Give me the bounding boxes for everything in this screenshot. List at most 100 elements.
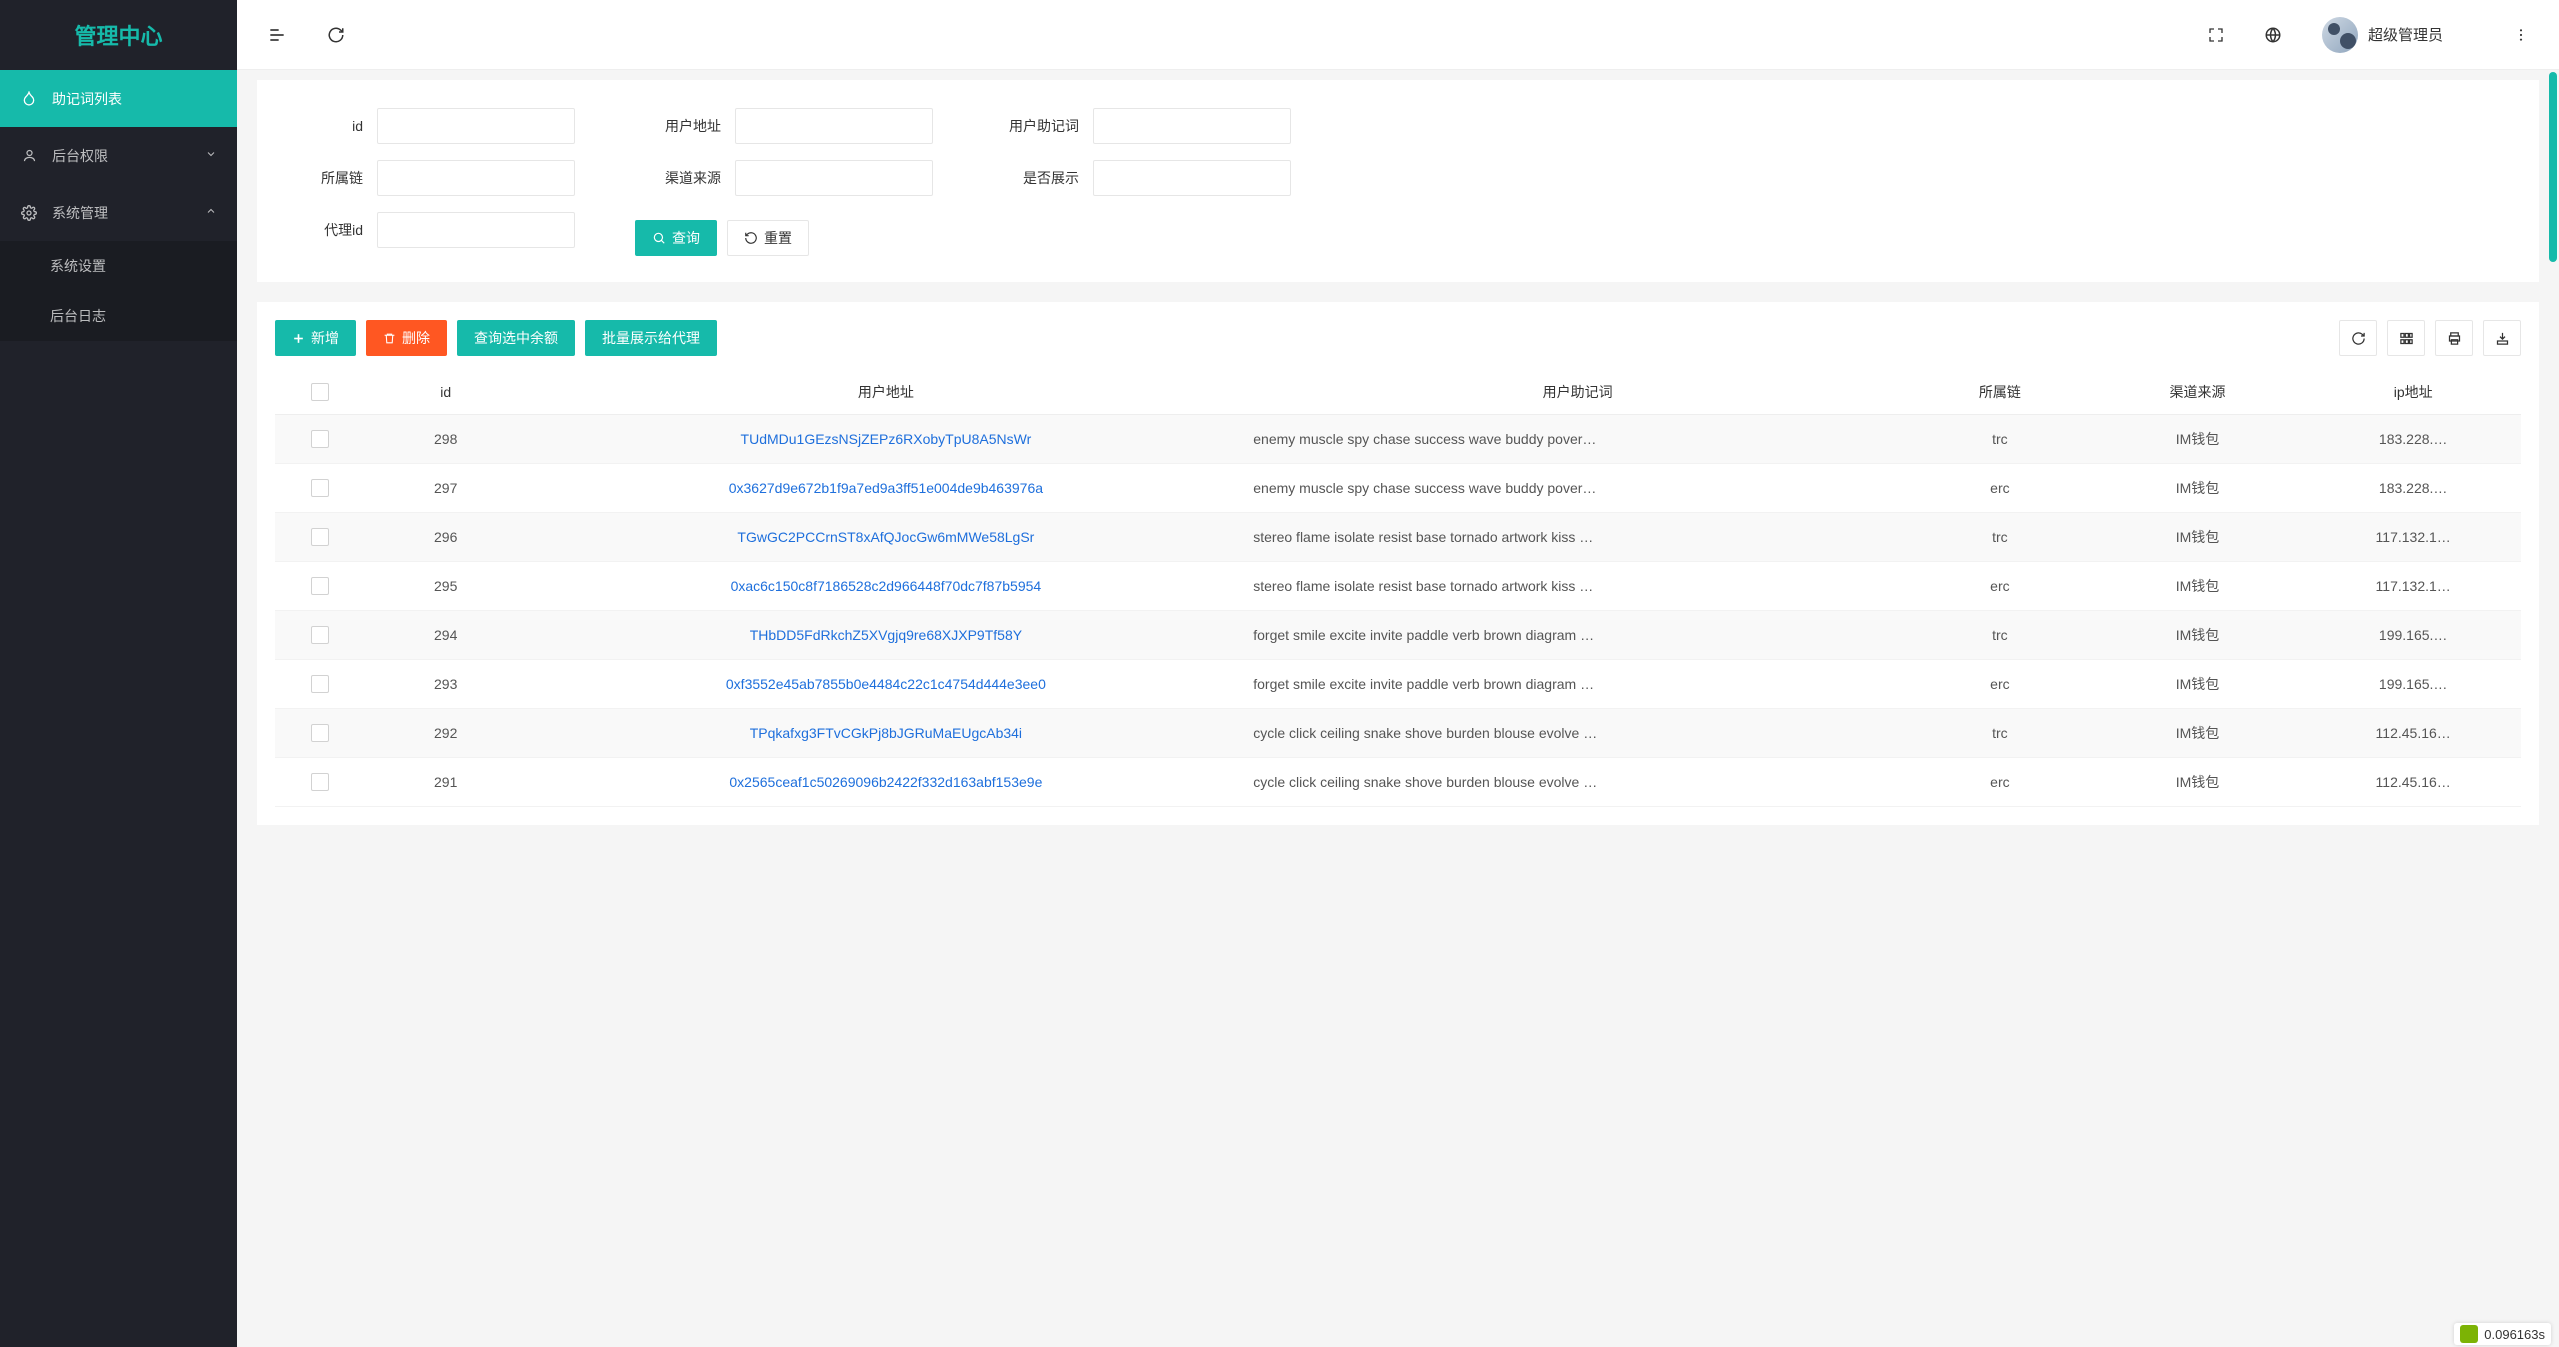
cell-user-mnemonic: forget smile excite invite paddle verb b…: [1245, 611, 1910, 660]
cell-chain: erc: [1910, 758, 2090, 807]
row-checkbox[interactable]: [311, 675, 329, 693]
cell-id: 293: [365, 660, 527, 709]
cell-user-address[interactable]: TGwGC2PCCrnST8xAfQJocGw6mMWe58LgSr: [527, 513, 1246, 562]
input-user-address[interactable]: [735, 108, 933, 144]
row-checkbox[interactable]: [311, 626, 329, 644]
sidebar-sub-admin-log[interactable]: 后台日志: [0, 291, 237, 341]
table-print-button[interactable]: [2435, 320, 2473, 356]
header-user-mnemonic: 用户助记词: [1245, 370, 1910, 415]
input-chain[interactable]: [377, 160, 575, 196]
search-panel: id 用户地址 用户助记词 所属链: [257, 80, 2539, 282]
cell-id: 292: [365, 709, 527, 758]
label-channel: 渠道来源: [635, 168, 735, 188]
input-agent-id[interactable]: [377, 212, 575, 248]
table-row: 292TPqkafxg3FTvCGkPj8bJGRuMaEUgcAb34icyc…: [275, 709, 2521, 758]
delete-button[interactable]: 删除: [366, 320, 447, 356]
user-name: 超级管理员: [2368, 24, 2443, 45]
cell-user-mnemonic: stereo flame isolate resist base tornado…: [1245, 562, 1910, 611]
cell-chain: erc: [1910, 562, 2090, 611]
sidebar-item-system-manage[interactable]: 系统管理: [0, 184, 237, 241]
select-all-checkbox[interactable]: [311, 383, 329, 401]
row-checkbox[interactable]: [311, 577, 329, 595]
table-export-button[interactable]: [2483, 320, 2521, 356]
cell-channel: IM钱包: [2090, 415, 2306, 464]
cell-user-address[interactable]: TPqkafxg3FTvCGkPj8bJGRuMaEUgcAb34i: [527, 709, 1246, 758]
cell-id: 296: [365, 513, 527, 562]
cell-user-mnemonic: enemy muscle spy chase success wave budd…: [1245, 464, 1910, 513]
sidebar-sub-system-settings[interactable]: 系统设置: [0, 241, 237, 291]
main: 超级管理员 id 用户地址: [237, 0, 2559, 1347]
label-user-address: 用户地址: [635, 116, 735, 136]
cell-channel: IM钱包: [2090, 660, 2306, 709]
sidebar-item-label: 助记词列表: [52, 89, 122, 109]
content: id 用户地址 用户助记词 所属链: [237, 70, 2559, 1347]
reset-icon: [744, 231, 758, 245]
label-user-mnemonic: 用户助记词: [993, 116, 1093, 136]
leaf-icon: [2460, 1325, 2478, 1343]
cell-id: 291: [365, 758, 527, 807]
query-button[interactable]: 查询: [635, 220, 717, 256]
refresh-icon[interactable]: [327, 26, 345, 44]
cell-chain: erc: [1910, 660, 2090, 709]
reset-button[interactable]: 重置: [727, 220, 809, 256]
input-is-show[interactable]: [1093, 160, 1291, 196]
cell-chain: trc: [1910, 513, 2090, 562]
cell-user-address[interactable]: 0x3627d9e672b1f9a7ed9a3ff51e004de9b46397…: [527, 464, 1246, 513]
refresh-icon: [2351, 331, 2366, 346]
cell-user-address[interactable]: THbDD5FdRkchZ5XVgjq9re68XJXP9Tf58Y: [527, 611, 1246, 660]
table-columns-button[interactable]: [2387, 320, 2425, 356]
scrollbar-thumb[interactable]: [2549, 72, 2557, 262]
print-icon: [2447, 331, 2462, 346]
table-row: 294THbDD5FdRkchZ5XVgjq9re68XJXP9Tf58Yfor…: [275, 611, 2521, 660]
row-checkbox[interactable]: [311, 479, 329, 497]
trash-icon: [383, 332, 396, 345]
cell-chain: erc: [1910, 464, 2090, 513]
table-row: 2970x3627d9e672b1f9a7ed9a3ff51e004de9b46…: [275, 464, 2521, 513]
sidebar-item-admin-permission[interactable]: 后台权限: [0, 127, 237, 184]
menu-toggle-icon[interactable]: [267, 25, 287, 45]
sidebar-item-label: 系统管理: [52, 203, 108, 223]
batch-show-button[interactable]: 批量展示给代理: [585, 320, 717, 356]
cell-ip: 183.228.…: [2305, 464, 2521, 513]
plus-icon: [292, 332, 305, 345]
label-agent-id: 代理id: [277, 220, 377, 240]
add-button[interactable]: 新增: [275, 320, 356, 356]
cell-user-address[interactable]: 0xac6c150c8f7186528c2d966448f70dc7f87b59…: [527, 562, 1246, 611]
user-menu[interactable]: 超级管理员: [2322, 17, 2443, 53]
row-checkbox[interactable]: [311, 773, 329, 791]
row-checkbox[interactable]: [311, 724, 329, 742]
fire-icon: [20, 91, 38, 107]
cell-channel: IM钱包: [2090, 611, 2306, 660]
cell-user-address[interactable]: 0xf3552e45ab7855b0e4484c22c1c4754d444e3e…: [527, 660, 1246, 709]
chevron-up-icon: [205, 205, 217, 220]
query-balance-button[interactable]: 查询选中余额: [457, 320, 575, 356]
cell-user-address[interactable]: TUdMDu1GEzsNSjZEPz6RXobyTpU8A5NsWr: [527, 415, 1246, 464]
input-id[interactable]: [377, 108, 575, 144]
cell-ip: 199.165.…: [2305, 611, 2521, 660]
table-panel: 新增 删除 查询选中余额 批量展示给代理: [257, 302, 2539, 825]
add-button-label: 新增: [311, 328, 339, 348]
cell-chain: trc: [1910, 415, 2090, 464]
more-vertical-icon[interactable]: [2513, 27, 2529, 43]
reset-button-label: 重置: [764, 228, 792, 248]
row-checkbox[interactable]: [311, 528, 329, 546]
cell-channel: IM钱包: [2090, 758, 2306, 807]
table-row: 2930xf3552e45ab7855b0e4484c22c1c4754d444…: [275, 660, 2521, 709]
table-row: 2950xac6c150c8f7186528c2d966448f70dc7f87…: [275, 562, 2521, 611]
header-ip: ip地址: [2305, 370, 2521, 415]
fullscreen-icon[interactable]: [2208, 27, 2224, 43]
cell-channel: IM钱包: [2090, 562, 2306, 611]
label-is-show: 是否展示: [993, 168, 1093, 188]
cell-ip: 199.165.…: [2305, 660, 2521, 709]
cell-user-mnemonic: cycle click ceiling snake shove burden b…: [1245, 709, 1910, 758]
data-table: id 用户地址 用户助记词 所属链 渠道来源 ip地址 298TUdMDu1GE…: [275, 370, 2521, 807]
table-refresh-button[interactable]: [2339, 320, 2377, 356]
sidebar-item-mnemonic-list[interactable]: 助记词列表: [0, 70, 237, 127]
debug-widget[interactable]: 0.096163s: [2454, 1323, 2551, 1345]
globe-icon[interactable]: [2264, 26, 2282, 44]
cell-user-address[interactable]: 0x2565ceaf1c50269096b2422f332d163abf153e…: [527, 758, 1246, 807]
input-channel[interactable]: [735, 160, 933, 196]
input-user-mnemonic[interactable]: [1093, 108, 1291, 144]
cell-chain: trc: [1910, 611, 2090, 660]
row-checkbox[interactable]: [311, 430, 329, 448]
